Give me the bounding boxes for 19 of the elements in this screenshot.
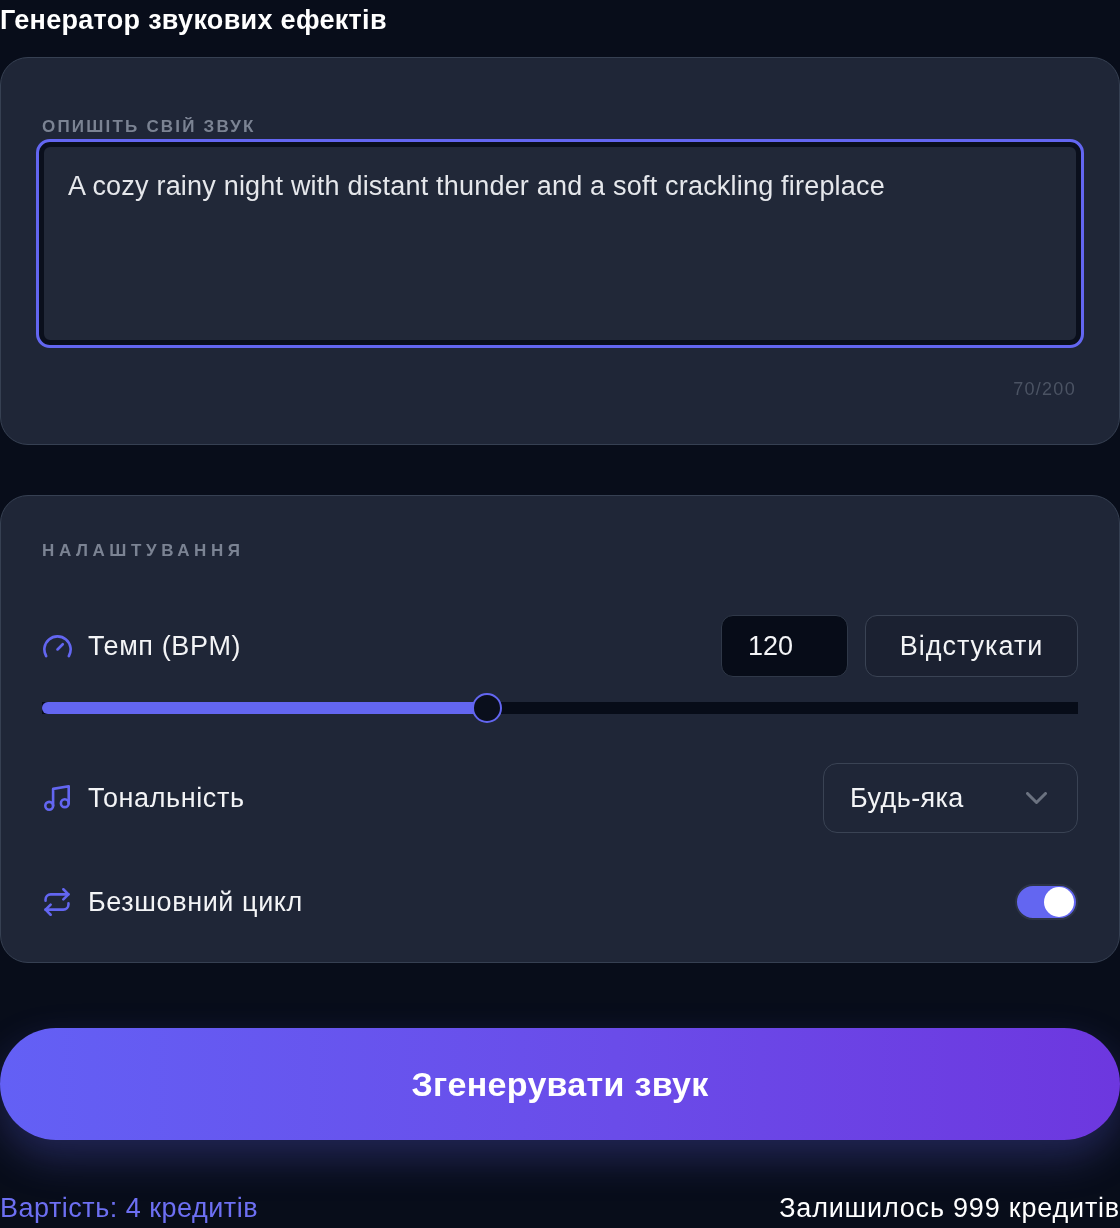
- gauge-icon: [42, 634, 72, 658]
- generate-button[interactable]: Згенерувати звук: [0, 1028, 1120, 1140]
- chevron-down-icon: [1026, 792, 1047, 804]
- setting-label: Темп (BPM): [88, 630, 242, 663]
- key-select[interactable]: Будь-яка: [823, 763, 1078, 833]
- prompt-label: ОПИШІТЬ СВІЙ ЗВУК: [42, 117, 256, 137]
- slider-thumb[interactable]: [472, 693, 503, 723]
- description-field[interactable]: A cozy rainy night with distant thunder and a soft crackling fireplace: [36, 139, 1084, 348]
- tap-tempo-button[interactable]: Відстукати: [865, 615, 1078, 677]
- loop-toggle[interactable]: [1015, 884, 1078, 920]
- credits-remaining-text: Залишилось 999 кредитів: [779, 1192, 1120, 1225]
- repeat-icon: [44, 888, 70, 916]
- bpm-input[interactable]: 120: [721, 615, 848, 677]
- cost-text: Вартість: 4 кредитів: [0, 1192, 259, 1225]
- setting-label: Тональність: [88, 782, 245, 815]
- setting-label: Безшовний цикл: [88, 886, 303, 919]
- page-title: Генератор звукових ефектів: [0, 4, 387, 37]
- settings-heading: НАЛАШТУВАННЯ: [42, 541, 245, 561]
- music-note-icon: [44, 785, 70, 811]
